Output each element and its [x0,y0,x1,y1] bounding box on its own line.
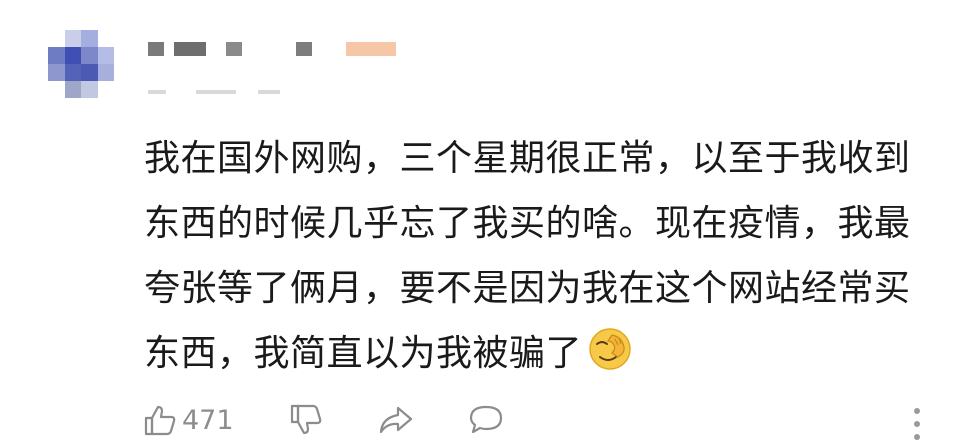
comment-line: 东西，我简直以为我被骗了 [144,321,934,386]
comment-line: 我在国外网购，三个星期很正常，以至于我收到 [144,138,911,179]
thumbs-down-icon [290,404,322,435]
more-options-button[interactable] [914,408,920,440]
dislike-button[interactable] [290,404,324,436]
username-blurred[interactable] [148,40,408,62]
comment-bubble-icon [469,405,503,434]
more-dot-icon [914,434,920,440]
highlight-tag [346,42,396,56]
comment-body: 我在国外网购，三个星期很正常，以至于我收到 东西的时候几乎忘了我买的啥。现在疫情… [144,126,934,386]
timestamp-blurred [148,90,288,98]
comment-line: 夸张等了俩月，要不是因为我在这个网站经常买 [144,268,911,309]
share-icon [379,406,413,434]
avatar[interactable] [48,30,114,98]
thumbs-up-icon [144,405,176,436]
comment-line-text: 东西，我简直以为我被骗了 [144,333,583,374]
more-dot-icon [914,408,920,414]
more-dot-icon [914,421,920,427]
comment-line: 东西的时候几乎忘了我买的啥。现在疫情，我最 [144,203,911,244]
like-button[interactable]: 471 [144,404,234,436]
facepalm-emoji-icon [589,328,631,370]
comment-action-bar: 471 [144,400,934,440]
like-count: 471 [182,404,234,436]
share-button[interactable] [378,404,414,436]
reply-button[interactable] [468,404,504,436]
